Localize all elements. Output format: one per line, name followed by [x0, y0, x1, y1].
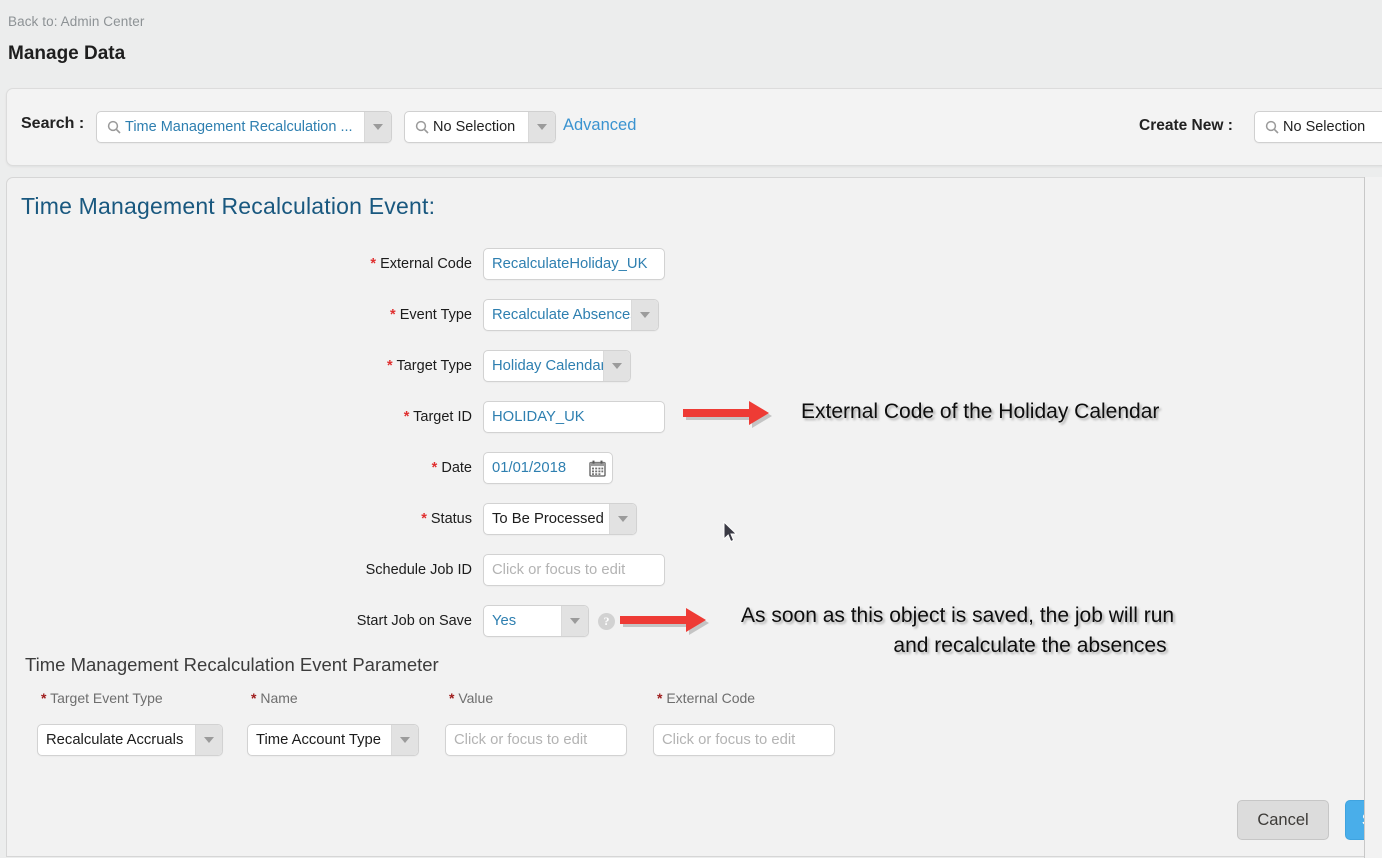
page-title: Manage Data [8, 43, 126, 64]
field-label: * Event Type [390, 307, 472, 323]
field-input[interactable]: To Be Processed [483, 503, 637, 535]
field-label: * Date [431, 460, 472, 476]
form-row: * Date 01/01/2018 [7, 452, 1381, 484]
right-scroll-gutter[interactable] [1364, 177, 1382, 858]
search-icon [411, 120, 433, 134]
field-input[interactable]: RecalculateHoliday_UK [483, 248, 665, 280]
form-row: * Target Type Holiday Calendar [7, 350, 1381, 382]
back-to-admin-center-link[interactable]: Back to: Admin Center [8, 14, 144, 29]
create-new-value: No Selection [1283, 119, 1366, 135]
field-value: To Be Processed [492, 511, 604, 527]
field-value: Yes [492, 613, 517, 629]
chevron-down-icon[interactable] [364, 112, 391, 142]
parameter-column-label: * Target Event Type [41, 690, 163, 706]
field-input[interactable]: Holiday Calendar [483, 350, 631, 382]
create-new-label: Create New : [1139, 117, 1233, 134]
cancel-button[interactable]: Cancel [1237, 800, 1329, 840]
field-input[interactable]: Click or focus to edit [483, 554, 665, 586]
search-selection-combobox[interactable]: No Selection [404, 111, 556, 143]
field-value: 01/01/2018 [492, 460, 567, 476]
form-row: Schedule Job ID Click or focus to edit [7, 554, 1381, 586]
chevron-down-icon[interactable] [631, 300, 658, 330]
chevron-down-icon[interactable] [609, 504, 636, 534]
field-label: Start Job on Save [356, 613, 472, 629]
parameter-field-input[interactable]: Recalculate Accruals [37, 724, 223, 756]
annotation-text-2-line1: As soon as this object is saved, the job… [741, 604, 1175, 627]
field-value: RecalculateHoliday_UK [492, 256, 648, 272]
field-value: Click or focus to edit [492, 562, 626, 578]
field-label: * Target ID [403, 409, 472, 425]
search-entity-value: Time Management Recalculation ... [125, 119, 353, 135]
field-value: Recalculate Absences [492, 307, 631, 323]
parameter-column-label: * Name [251, 690, 298, 706]
search-selection-value: No Selection [433, 119, 516, 135]
annotation-text-1: External Code of the Holiday Calendar [801, 400, 1160, 423]
chevron-down-icon[interactable] [603, 351, 630, 381]
field-label: Schedule Job ID [365, 562, 472, 578]
parameter-field-input[interactable]: Click or focus to edit [653, 724, 835, 756]
search-icon [103, 120, 125, 134]
form-title: Time Management Recalculation Event: [21, 193, 436, 219]
annotation-arrow-1 [683, 401, 772, 428]
advanced-search-link[interactable]: Advanced [563, 116, 636, 135]
field-label: * Status [421, 511, 472, 527]
annotation-text-2-line2: and recalculate the absences [893, 634, 1167, 657]
calendar-icon[interactable] [582, 453, 612, 483]
field-value: Holiday Calendar [492, 358, 603, 374]
form-row: * External Code RecalculateHoliday_UK [7, 248, 1381, 280]
form-row: * Status To Be Processed [7, 503, 1381, 535]
field-value: HOLIDAY_UK [492, 409, 585, 425]
field-input[interactable]: Yes [483, 605, 589, 637]
search-icon [1261, 120, 1283, 134]
parameter-column-label: * Value [449, 690, 494, 706]
parameter-field-value: Click or focus to edit [454, 732, 588, 748]
annotation-arrow-2 [620, 608, 709, 635]
create-new-combobox[interactable]: No Selection [1254, 111, 1382, 143]
parameter-field-value: Time Account Type [256, 732, 382, 748]
parameter-field-value: Click or focus to edit [662, 732, 796, 748]
parameter-field-value: Recalculate Accruals [46, 732, 184, 748]
chevron-down-icon[interactable] [195, 725, 222, 755]
question-mark-icon[interactable]: ? [598, 613, 615, 630]
parameter-field-input[interactable]: Click or focus to edit [445, 724, 627, 756]
app-root: Back to: Admin Center Manage Data Search… [0, 0, 1382, 858]
chevron-down-icon[interactable] [391, 725, 418, 755]
chevron-down-icon[interactable] [561, 606, 588, 636]
field-input[interactable]: 01/01/2018 [483, 452, 613, 484]
field-label: * External Code [370, 256, 472, 272]
parameter-column-label: * External Code [657, 690, 756, 706]
chevron-down-icon[interactable] [528, 112, 555, 142]
search-label: Search : [21, 115, 85, 132]
field-input[interactable]: HOLIDAY_UK [483, 401, 665, 433]
field-label: * Target Type [387, 358, 472, 374]
parameter-section-title: Time Management Recalculation Event Para… [25, 654, 439, 675]
field-input[interactable]: Recalculate Absences [483, 299, 659, 331]
search-entity-combobox[interactable]: Time Management Recalculation ... [96, 111, 392, 143]
form-panel: Time Management Recalculation Event: * E… [6, 177, 1382, 857]
parameter-field-input[interactable]: Time Account Type [247, 724, 419, 756]
form-row: * Event Type Recalculate Absences [7, 299, 1381, 331]
mouse-cursor [723, 521, 738, 543]
